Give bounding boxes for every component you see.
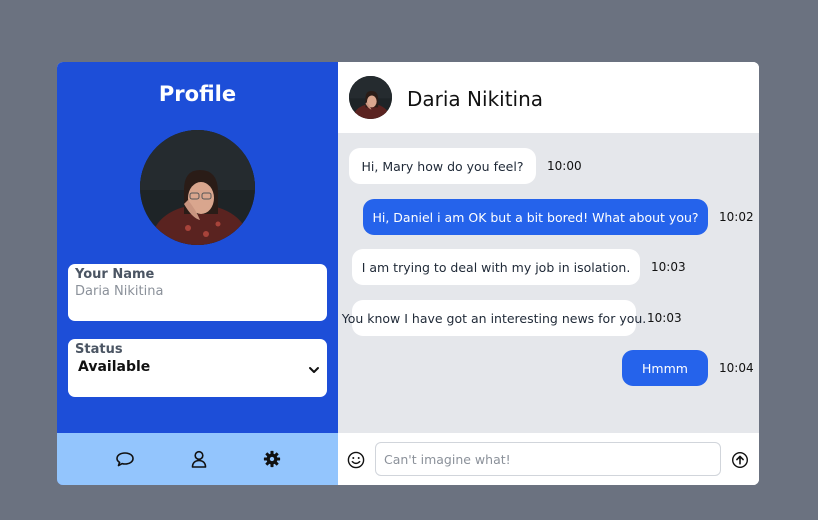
profile-avatar [140, 130, 255, 245]
message-bubble: Hi, Mary how do you feel? [349, 148, 536, 184]
message-bubble: You know I have got an interesting news … [342, 300, 646, 336]
chevron-down-icon [308, 361, 320, 373]
message-list: Hi, Mary how do you feel? 10:00 Hi, Dani… [338, 133, 759, 433]
contact-avatar[interactable] [349, 76, 392, 119]
name-label: Your Name [75, 267, 155, 282]
message-bubble: Hmmm [622, 350, 708, 386]
chat-app: Profile Your Name Daria Nikitina Status … [57, 62, 759, 485]
chat-bubble-icon[interactable] [115, 449, 135, 469]
gear-icon[interactable] [262, 449, 282, 469]
message-time: 10:03 [651, 260, 686, 274]
send-arrow-icon[interactable] [731, 451, 749, 469]
message-time: 10:04 [719, 361, 754, 375]
message-composer [338, 433, 759, 485]
message-time: 10:02 [719, 210, 754, 224]
chat-header: Daria Nikitina [338, 62, 759, 133]
profile-sidebar: Profile Your Name Daria Nikitina Status … [57, 62, 338, 485]
smiley-icon[interactable] [347, 451, 365, 469]
message-time: 10:00 [547, 159, 582, 173]
message-bubble: I am trying to deal with my job in isola… [352, 249, 640, 285]
contact-name: Daria Nikitina [407, 87, 544, 111]
message-bubble: Hi, Daniel i am OK but a bit bored! What… [363, 199, 708, 235]
profile-title: Profile [158, 82, 237, 106]
sidebar-nav [57, 433, 338, 485]
message-input[interactable] [375, 442, 721, 476]
name-field[interactable]: Daria Nikitina [75, 284, 320, 299]
status-card: Status Available [68, 339, 327, 397]
status-select-value: Available [78, 359, 151, 375]
name-card[interactable]: Your Name Daria Nikitina [68, 264, 327, 321]
chat-panel: Daria Nikitina Hi, Mary how do you feel?… [338, 62, 759, 485]
status-select[interactable]: Available [75, 359, 320, 375]
status-label: Status [75, 342, 123, 357]
user-icon[interactable] [189, 449, 209, 469]
message-time: 10:03 [647, 311, 682, 325]
